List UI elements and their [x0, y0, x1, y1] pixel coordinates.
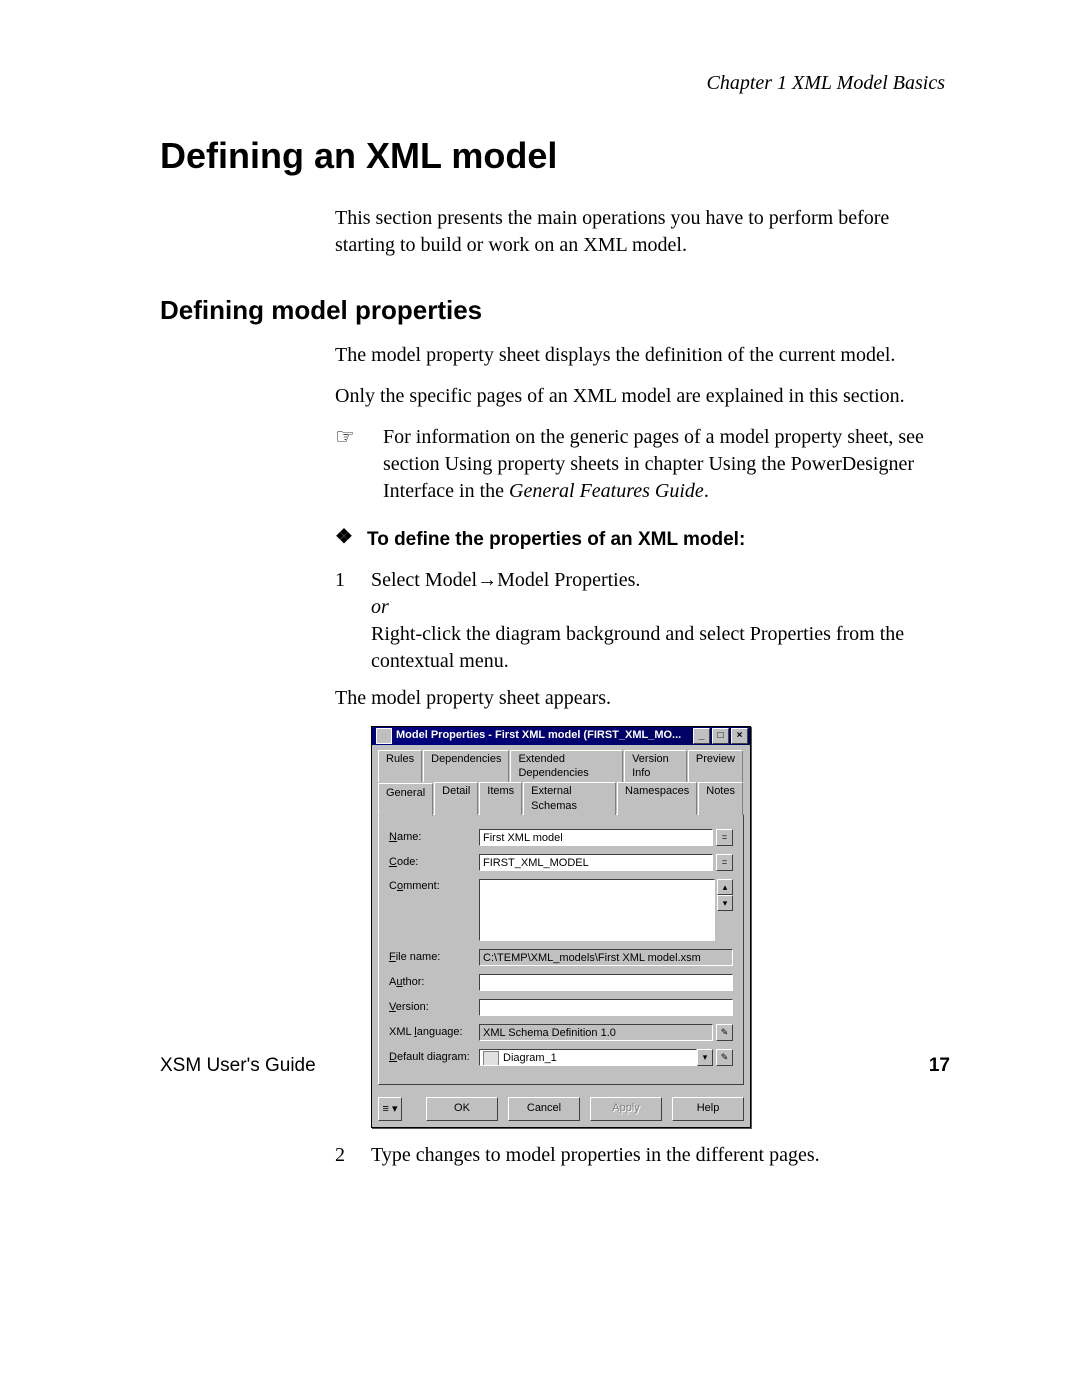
tab-namespaces[interactable]: Namespaces	[617, 782, 697, 815]
name-equals-button[interactable]: =	[716, 829, 733, 846]
chapter-header: Chapter 1 XML Model Basics	[160, 72, 950, 95]
version-label: Version:	[389, 1000, 479, 1015]
filename-label: File name:	[389, 950, 479, 965]
scroll-up-button[interactable]: ▴	[717, 879, 733, 895]
paragraph: The model property sheet displays the de…	[335, 342, 950, 369]
comment-textarea[interactable]	[479, 879, 715, 941]
maximize-button[interactable]: □	[712, 728, 729, 744]
close-button[interactable]: ×	[731, 728, 748, 744]
code-input[interactable]: FIRST_XML_MODEL	[479, 854, 713, 871]
xmllang-label: XML language:	[389, 1025, 479, 1040]
step-text: Right-click the diagram background and s…	[371, 621, 950, 675]
xmllang-input: XML Schema Definition 1.0	[479, 1024, 713, 1041]
dialog-titlebar[interactable]: Model Properties - First XML model (FIRS…	[372, 727, 750, 745]
step-number: 1	[335, 567, 353, 675]
dialog-menu-button[interactable]: ≡ ▾	[378, 1097, 402, 1121]
xmllang-properties-button[interactable]: ✎	[716, 1024, 733, 1041]
tab-extended-dependencies[interactable]: Extended Dependencies	[510, 750, 623, 783]
tab-general[interactable]: General	[378, 783, 433, 816]
code-equals-button[interactable]: =	[716, 854, 733, 871]
tab-preview[interactable]: Preview	[688, 750, 743, 783]
glasses-icon: ☞	[335, 424, 371, 505]
filename-input: C:\TEMP\XML_models\First XML model.xsm	[479, 949, 733, 966]
minimize-button[interactable]: _	[693, 728, 710, 744]
step-1: 1 Select Model→Model Properties. or Righ…	[335, 567, 950, 675]
tab-external-schemas[interactable]: External Schemas	[523, 782, 616, 815]
step-text: Select Model→Model Properties.	[371, 567, 950, 594]
footer-guide-name: XSM User's Guide	[160, 1055, 316, 1077]
page-title: Defining an XML model	[160, 135, 950, 177]
cross-reference: ☞ For information on the generic pages o…	[335, 424, 950, 505]
step-2: 2 Type changes to model properties in th…	[335, 1142, 950, 1169]
tab-notes[interactable]: Notes	[698, 782, 743, 815]
comment-label: Comment:	[389, 879, 479, 894]
ok-button[interactable]: OK	[426, 1097, 498, 1121]
step-text: Type changes to model properties in the …	[371, 1142, 950, 1169]
tab-version-info[interactable]: Version Info	[624, 750, 687, 783]
apply-button[interactable]: Apply	[590, 1097, 662, 1121]
paragraph: Only the specific pages of an XML model …	[335, 383, 950, 410]
page-number: 17	[929, 1055, 950, 1077]
step-number: 2	[335, 1142, 353, 1169]
tab-items[interactable]: Items	[479, 782, 522, 815]
name-input[interactable]: First XML model	[479, 829, 713, 846]
code-label: Code:	[389, 855, 479, 870]
tab-panel-general: Name: First XML model = Code: FIRST_XML_…	[378, 814, 744, 1085]
tab-row-back: Rules Dependencies Extended Dependencies…	[378, 749, 744, 782]
cancel-button[interactable]: Cancel	[508, 1097, 580, 1121]
app-icon	[376, 728, 392, 744]
procedure-heading-text: To define the properties of an XML model…	[367, 527, 745, 553]
diamond-bullet-icon: ❖	[335, 527, 355, 553]
tab-row-front: General Detail Items External Schemas Na…	[378, 781, 744, 814]
step-result: The model property sheet appears.	[335, 685, 950, 712]
name-label: Name:	[389, 830, 479, 845]
intro-paragraph: This section presents the main operation…	[335, 205, 950, 259]
tab-dependencies[interactable]: Dependencies	[423, 750, 509, 783]
dialog-title: Model Properties - First XML model (FIRS…	[396, 728, 691, 743]
step-or: or	[371, 594, 950, 621]
tab-rules[interactable]: Rules	[378, 750, 422, 783]
tab-detail[interactable]: Detail	[434, 782, 478, 815]
author-label: Author:	[389, 975, 479, 990]
author-input[interactable]	[479, 974, 733, 991]
version-input[interactable]	[479, 999, 733, 1016]
scroll-down-button[interactable]: ▾	[717, 895, 733, 911]
section-heading: Defining model properties	[160, 295, 950, 326]
help-button[interactable]: Help	[672, 1097, 744, 1121]
procedure-heading: ❖ To define the properties of an XML mod…	[335, 527, 950, 553]
cross-reference-text: For information on the generic pages of …	[383, 424, 950, 505]
